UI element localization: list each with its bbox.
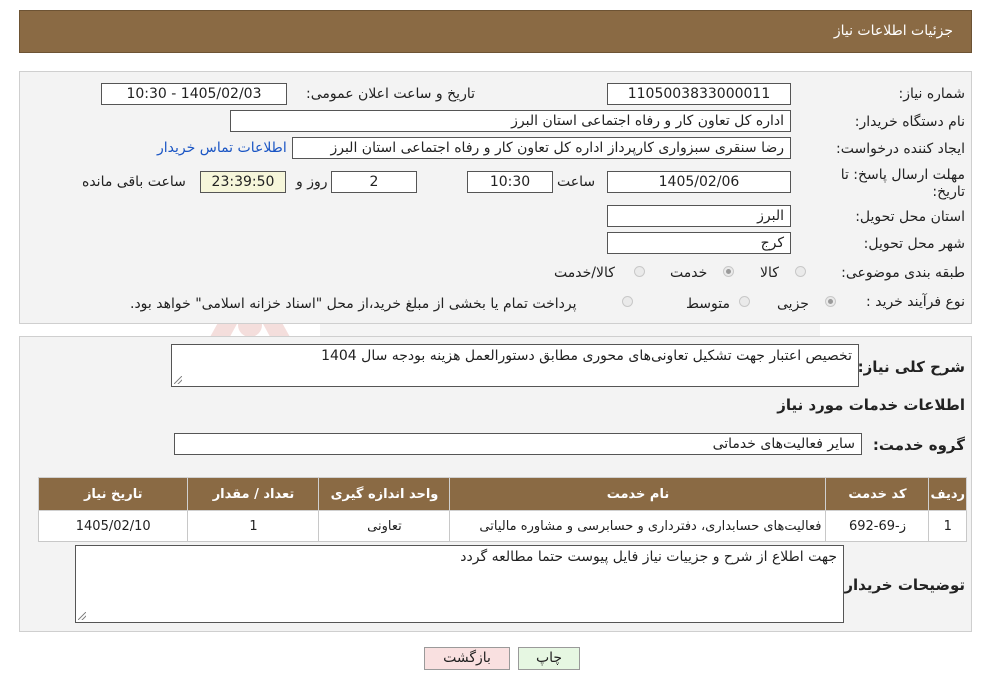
need-number-label: شماره نیاز: — [898, 86, 966, 102]
table-header-row: ردیف کد خدمت نام خدمت واحد اندازه گیری ت… — [37, 477, 967, 511]
buyer-label: نام دستگاه خریدار: — [854, 114, 965, 130]
time-label: ساعت — [557, 174, 596, 190]
col-code: کد خدمت — [825, 477, 930, 511]
cell-date: 1405/02/10 — [37, 510, 189, 542]
announce-field: 1405/02/03 - 10:30 — [101, 83, 287, 105]
category-service-radio[interactable] — [723, 266, 734, 277]
category-goods-radio[interactable] — [795, 266, 806, 277]
cell-qty: 1 — [187, 510, 320, 542]
cell-row: 1 — [928, 510, 967, 542]
purchase-medium-label: متوسط — [686, 296, 730, 312]
province-label: استان محل تحویل: — [855, 209, 965, 225]
resize-handle-icon[interactable] — [78, 612, 86, 620]
remaining-time-field: 23:39:50 — [200, 171, 286, 193]
service-group-label: گروه خدمت: — [872, 436, 965, 454]
summary-label: شرح کلی نیاز: — [857, 358, 965, 376]
category-service-label: خدمت — [670, 265, 708, 281]
back-button[interactable]: بازگشت — [424, 647, 510, 670]
contact-buyer-link[interactable]: اطلاعات تماس خریدار — [157, 140, 287, 156]
category-label: طبقه بندی موضوعی: — [841, 265, 965, 281]
summary-text: تخصیص اعتبار جهت تشکیل تعاونی‌های محوری … — [321, 348, 852, 364]
buyer-notes-textarea[interactable]: جهت اطلاع از شرح و جزییات نیاز فایل پیوس… — [75, 545, 844, 623]
purchase-note: پرداخت تمام یا بخشی از مبلغ خرید،از محل … — [130, 296, 577, 312]
buyer-notes-text: جهت اطلاع از شرح و جزییات نیاز فایل پیوس… — [460, 549, 837, 565]
summary-textarea[interactable]: تخصیص اعتبار جهت تشکیل تعاونی‌های محوری … — [171, 344, 859, 387]
print-button[interactable]: چاپ — [518, 647, 580, 670]
purchase-minor-label: جزیی — [777, 296, 809, 312]
col-date: تاریخ نیاز — [37, 477, 189, 511]
days-label: روز و — [296, 174, 328, 190]
col-unit: واحد اندازه گیری — [318, 477, 451, 511]
purchase-type-label: نوع فرآیند خرید : — [866, 294, 965, 310]
page-header: جزئیات اطلاعات نیاز — [19, 10, 972, 53]
services-section-title: اطلاعات خدمات مورد نیاز — [777, 396, 965, 414]
city-label: شهر محل تحویل: — [863, 236, 965, 252]
deadline-label: مهلت ارسال پاسخ: تا تاریخ: — [840, 167, 965, 200]
cell-unit: تعاونی — [318, 510, 451, 542]
need-number-field: 1105003833000011 — [607, 83, 791, 105]
service-group-field: سایر فعالیت‌های خدماتی — [174, 433, 862, 455]
col-name: نام خدمت — [449, 477, 827, 511]
col-row: ردیف — [928, 477, 967, 511]
category-both-label: کالا/خدمت — [554, 265, 615, 281]
buyer-notes-label: توضیحات خریدار: — [838, 576, 965, 594]
announce-label: تاریخ و ساعت اعلان عمومی: — [306, 86, 475, 102]
deadline-time-field: 10:30 — [467, 171, 553, 193]
days-field: 2 — [331, 171, 417, 193]
category-goods-label: کالا — [760, 265, 779, 281]
category-both-radio[interactable] — [634, 266, 645, 277]
buyer-field: اداره کل تعاون کار و رفاه اجتماعی استان … — [230, 110, 791, 132]
city-field: کرج — [607, 232, 791, 254]
remaining-label: ساعت باقی مانده — [82, 174, 186, 190]
purchase-medium-radio[interactable] — [739, 296, 750, 307]
resize-handle-icon[interactable] — [174, 376, 182, 384]
page-title: جزئیات اطلاعات نیاز — [833, 23, 953, 39]
deadline-date-field: 1405/02/06 — [607, 171, 791, 193]
services-table: ردیف کد خدمت نام خدمت واحد اندازه گیری ت… — [37, 477, 967, 542]
col-qty: تعداد / مقدار — [187, 477, 320, 511]
cell-name: فعالیت‌های حسابداری، دفترداری و حسابرسی … — [449, 510, 827, 542]
table-row: 1 ز-69-692 فعالیت‌های حسابداری، دفترداری… — [37, 510, 967, 542]
creator-field: رضا سنقری سبزواری کارپرداز اداره کل تعاو… — [292, 137, 791, 159]
creator-label: ایجاد کننده درخواست: — [836, 141, 965, 157]
cell-code: ز-69-692 — [825, 510, 930, 542]
province-field: البرز — [607, 205, 791, 227]
purchase-minor-radio[interactable] — [825, 296, 836, 307]
treasury-checkbox[interactable] — [622, 296, 633, 307]
